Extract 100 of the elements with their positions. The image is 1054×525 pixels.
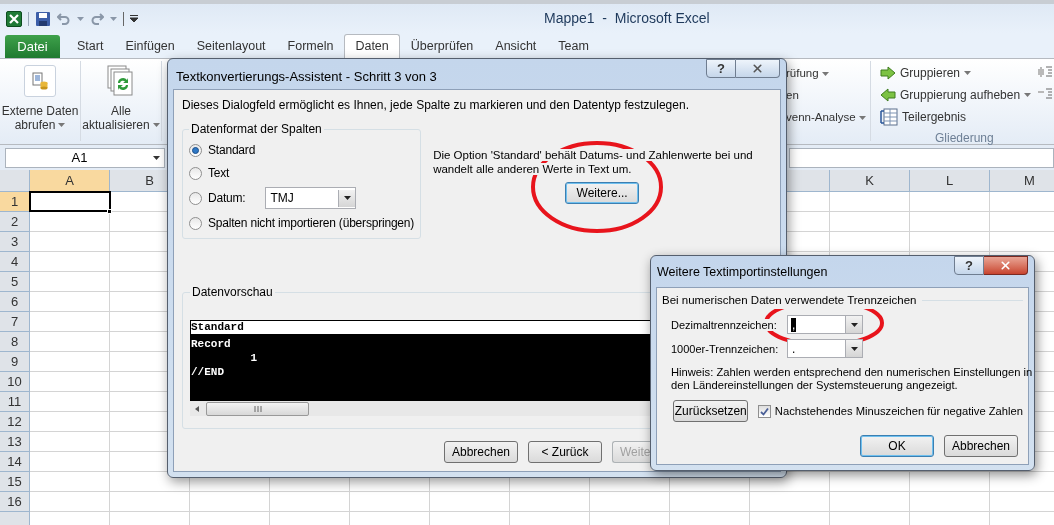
sheet-cell[interactable] bbox=[30, 252, 110, 272]
ribbon-button[interactable]: Gruppieren bbox=[880, 64, 972, 82]
dropdown-button[interactable] bbox=[338, 189, 356, 207]
row-header[interactable]: 15 bbox=[0, 472, 30, 492]
sheet-cell[interactable] bbox=[830, 192, 910, 212]
sheet-cell[interactable] bbox=[30, 272, 110, 292]
combo-box[interactable]: , bbox=[787, 315, 863, 335]
option-label[interactable]: Text bbox=[208, 164, 230, 182]
redo-icon[interactable] bbox=[90, 12, 104, 25]
ribbon-tab[interactable]: Ansicht bbox=[484, 34, 548, 58]
column-header[interactable]: A bbox=[30, 170, 110, 192]
sheet-cell[interactable] bbox=[430, 492, 510, 512]
option-label[interactable]: Standard bbox=[208, 141, 256, 159]
ribbon-button[interactable]: Teilergebnis bbox=[880, 108, 967, 126]
sheet-cell[interactable] bbox=[30, 432, 110, 452]
file-tab[interactable]: Datei bbox=[5, 35, 60, 58]
column-header[interactable]: L bbox=[910, 170, 990, 192]
row-header[interactable]: 13 bbox=[0, 432, 30, 452]
fill-handle[interactable] bbox=[107, 209, 112, 214]
select-all-corner[interactable] bbox=[0, 170, 30, 192]
radio-button[interactable] bbox=[189, 191, 202, 205]
help-button[interactable]: ? bbox=[954, 256, 984, 275]
hide-detail-icon[interactable] bbox=[1038, 88, 1052, 100]
row-header[interactable]: 2 bbox=[0, 212, 30, 232]
sheet-cell[interactable] bbox=[30, 392, 110, 412]
row-header[interactable]: 5 bbox=[0, 272, 30, 292]
customize-toolbar-icon[interactable] bbox=[130, 15, 138, 22]
ribbon-tab[interactable]: Überprüfen bbox=[399, 34, 485, 58]
sheet-cell[interactable] bbox=[910, 192, 990, 212]
option-label[interactable]: Datum: bbox=[208, 189, 246, 207]
active-cell[interactable] bbox=[29, 191, 111, 212]
column-header[interactable]: K bbox=[830, 170, 910, 192]
name-box[interactable]: A1 bbox=[5, 147, 165, 168]
radio-button[interactable] bbox=[189, 166, 202, 180]
row-header[interactable]: 10 bbox=[0, 372, 30, 392]
reset-button[interactable]: Zurücksetzen bbox=[673, 400, 749, 423]
sheet-cell[interactable] bbox=[910, 472, 990, 492]
sheet-cell[interactable] bbox=[830, 492, 910, 512]
sheet-cell[interactable] bbox=[30, 292, 110, 312]
row-header[interactable]: 8 bbox=[0, 332, 30, 352]
ribbon-button[interactable]: rüfung bbox=[786, 65, 829, 82]
sheet-cell[interactable] bbox=[30, 332, 110, 352]
sheet-cell[interactable] bbox=[190, 492, 270, 512]
sheet-cell[interactable] bbox=[670, 492, 750, 512]
spreadsheet-logo-icon[interactable] bbox=[6, 10, 22, 27]
row-header[interactable]: 12 bbox=[0, 412, 30, 432]
row-header[interactable]: 4 bbox=[0, 252, 30, 272]
checkbox[interactable] bbox=[758, 404, 771, 418]
row-header[interactable]: 6 bbox=[0, 292, 30, 312]
ribbon-tab[interactable]: Seitenlayout bbox=[185, 34, 277, 58]
option-label[interactable]: Spalten nicht importieren (überspringen) bbox=[208, 214, 415, 232]
sheet-cell[interactable] bbox=[30, 372, 110, 392]
sheet-cell[interactable] bbox=[30, 472, 110, 492]
row-header[interactable]: 16 bbox=[0, 492, 30, 512]
preview-column-header[interactable]: Standard bbox=[191, 321, 244, 334]
checkbox-label[interactable]: Nachstehendes Minuszeichen für negative Zahlen bbox=[774, 402, 1023, 420]
row-header[interactable]: 11 bbox=[0, 392, 30, 412]
scrollbar-thumb[interactable] bbox=[206, 401, 309, 416]
ribbon-tab[interactable]: Einfügen bbox=[114, 34, 186, 58]
sheet-cell[interactable] bbox=[910, 492, 990, 512]
ribbon-tab[interactable]: Formeln bbox=[276, 34, 345, 58]
horizontal-scrollbar[interactable] bbox=[190, 401, 652, 416]
dropdown-button[interactable] bbox=[845, 340, 862, 358]
close-button[interactable] bbox=[736, 59, 780, 78]
ribbon-tab[interactable]: Start bbox=[66, 34, 115, 58]
save-icon[interactable] bbox=[35, 10, 51, 27]
sheet-cell[interactable] bbox=[350, 492, 430, 512]
sheet-cell[interactable] bbox=[910, 232, 990, 252]
radio-button[interactable] bbox=[189, 216, 202, 230]
sheet-cell[interactable] bbox=[270, 492, 350, 512]
row-header[interactable]: 1 bbox=[0, 192, 30, 212]
sheet-cell[interactable] bbox=[830, 232, 910, 252]
sheet-cell[interactable] bbox=[30, 232, 110, 252]
dialog-button[interactable]: Abbrechen bbox=[444, 441, 518, 463]
sheet-cell[interactable] bbox=[830, 212, 910, 232]
sheet-cell[interactable] bbox=[830, 472, 910, 492]
sheet-cell[interactable] bbox=[110, 492, 190, 512]
dropdown-button[interactable] bbox=[845, 316, 862, 334]
sheet-cell[interactable] bbox=[30, 492, 110, 512]
ribbon-large-button[interactable]: Externe Daten abrufen bbox=[0, 59, 80, 144]
combo-box[interactable]: TMJ bbox=[265, 187, 357, 209]
undo-icon[interactable] bbox=[57, 12, 71, 25]
show-detail-icon[interactable] bbox=[1038, 66, 1052, 78]
sheet-cell[interactable] bbox=[30, 212, 110, 232]
column-header[interactable]: M bbox=[990, 170, 1054, 192]
sheet-cell[interactable] bbox=[590, 492, 670, 512]
more-button[interactable]: Weitere... bbox=[565, 182, 640, 204]
sheet-cell[interactable] bbox=[30, 412, 110, 432]
sheet-cell[interactable] bbox=[30, 312, 110, 332]
row-header[interactable]: 3 bbox=[0, 232, 30, 252]
ribbon-button[interactable]: venn-Analyse bbox=[786, 109, 866, 126]
ribbon-tab[interactable]: Daten bbox=[344, 34, 400, 58]
dialog-button[interactable]: < Zurück bbox=[528, 441, 602, 463]
row-header[interactable]: 9 bbox=[0, 352, 30, 372]
sheet-cell[interactable] bbox=[910, 212, 990, 232]
row-header[interactable]: 14 bbox=[0, 452, 30, 472]
sheet-cell[interactable] bbox=[750, 492, 830, 512]
dialog-button[interactable]: OK bbox=[860, 435, 934, 458]
formula-input[interactable] bbox=[789, 147, 1054, 168]
dialog-button[interactable]: Abbrechen bbox=[944, 435, 1018, 458]
